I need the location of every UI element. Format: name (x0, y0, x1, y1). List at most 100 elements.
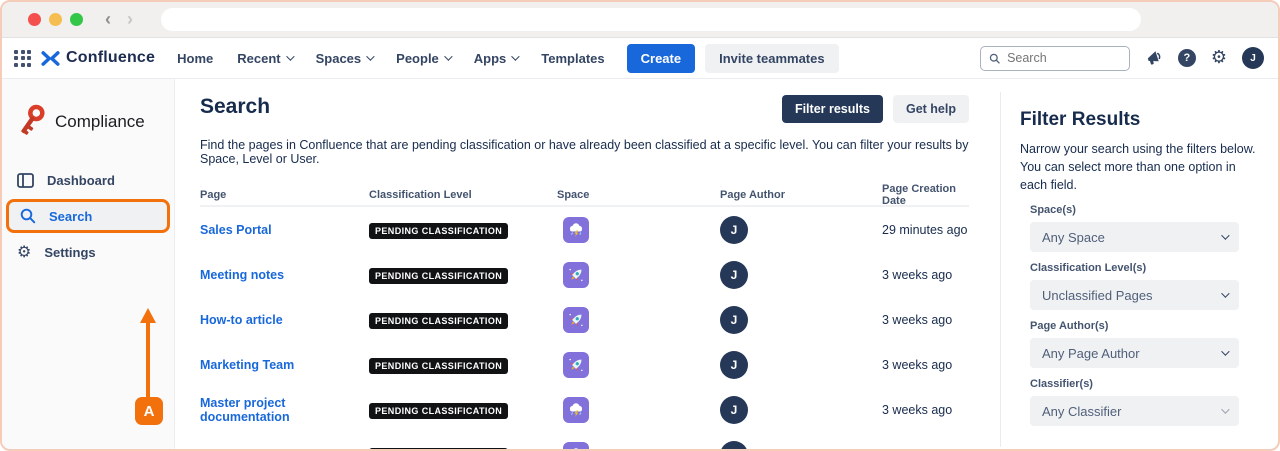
nav-item-apps[interactable]: Apps (474, 51, 518, 66)
chevron-down-icon (1221, 348, 1229, 356)
app-switcher-icon[interactable] (14, 50, 31, 67)
help-icon[interactable]: ? (1178, 49, 1196, 67)
create-button[interactable]: Create (627, 44, 695, 73)
page-author-select[interactable]: Any Page Author (1030, 338, 1239, 368)
confluence-logo[interactable]: Confluence (41, 49, 155, 67)
browser-back-icon[interactable]: ‹ (105, 9, 111, 30)
dashboard-icon (17, 173, 34, 188)
rocket-icon (567, 311, 585, 329)
chevron-down-icon (444, 52, 452, 60)
compliance-app-logo: Compliance (2, 79, 174, 163)
classification-badge: PENDING CLASSIFICATION (369, 403, 508, 419)
table-row: How-to article PENDING CLASSIFICATION J … (200, 297, 969, 342)
primary-nav: Home Recent Spaces People Apps Templates (177, 51, 605, 66)
chevron-down-icon (1221, 232, 1229, 240)
annotation-badge-a: A (135, 397, 163, 425)
space-avatar[interactable] (563, 352, 589, 378)
space-avatar[interactable] (563, 442, 589, 451)
nav-item-recent[interactable]: Recent (237, 51, 291, 66)
page-link[interactable]: How-to article (200, 313, 369, 327)
global-search-box[interactable] (980, 46, 1130, 71)
sidebar-item-dashboard[interactable]: Dashboard (2, 163, 174, 197)
top-navigation-bar: Confluence Home Recent Spaces People App… (2, 38, 1278, 79)
nav-item-templates[interactable]: Templates (541, 51, 604, 66)
filter-panel-description: Narrow your search using the filters bel… (1020, 140, 1266, 194)
page-link[interactable]: Marketing Team (200, 358, 369, 372)
sidebar-item-settings[interactable]: ⚙ Settings (2, 235, 174, 269)
search-icon (20, 208, 36, 224)
app-name: Compliance (55, 112, 145, 132)
invite-teammates-button[interactable]: Invite teammates (705, 44, 839, 73)
filter-panel-title: Filter Results (1020, 109, 1266, 131)
space-avatar[interactable] (563, 397, 589, 423)
nav-item-home[interactable]: Home (177, 51, 213, 66)
page-creation-date: 3 weeks ago (882, 358, 969, 372)
page-creation-date: 3 weeks ago (882, 403, 969, 417)
page-title: Search (200, 95, 270, 119)
announcements-icon[interactable] (1145, 49, 1163, 67)
field-label-classification-levels: Classification Level(s) (1030, 262, 1266, 274)
page-creation-date: 29 minutes ago (882, 223, 969, 237)
minimize-window-button[interactable] (49, 13, 62, 26)
column-header-space: Space (557, 189, 720, 201)
chevron-down-icon (1221, 406, 1229, 414)
author-avatar[interactable]: J (720, 216, 748, 244)
nav-item-people[interactable]: People (396, 51, 450, 66)
author-avatar[interactable]: J (720, 396, 748, 424)
main-content: Search Filter results Get help Find the … (200, 79, 969, 451)
gear-icon: ⚙ (17, 244, 31, 260)
user-avatar[interactable]: J (1242, 47, 1264, 69)
zoom-window-button[interactable] (70, 13, 83, 26)
chevron-down-icon (511, 52, 519, 60)
classification-level-select[interactable]: Unclassified Pages (1030, 280, 1239, 310)
classification-badge: PENDING CLASSIFICATION (369, 448, 508, 451)
filter-results-button[interactable]: Filter results (782, 95, 883, 123)
sidebar-item-search[interactable]: Search (6, 199, 170, 233)
column-header-page-creation-date: Page Creation Date (882, 183, 969, 207)
search-icon (989, 52, 1000, 65)
rocket-icon (567, 266, 585, 284)
page-link[interactable]: Meeting notes (200, 268, 369, 282)
global-search-input[interactable] (1007, 51, 1121, 65)
page-link[interactable]: Meeting notes (200, 448, 369, 451)
author-avatar[interactable]: J (720, 351, 748, 379)
table-row: Meeting notes PENDING CLASSIFICATION J 3… (200, 252, 969, 297)
author-avatar[interactable]: J (720, 306, 748, 334)
key-icon (12, 101, 48, 143)
table-row: Sales Portal PENDING CLASSIFICATION J 29… (200, 207, 969, 252)
spaces-select[interactable]: Any Space (1030, 222, 1239, 252)
field-label-page-authors: Page Author(s) (1030, 320, 1266, 332)
table-row: Meeting notes PENDING CLASSIFICATION J 3… (200, 432, 969, 451)
close-window-button[interactable] (28, 13, 41, 26)
page-creation-date: 3 weeks ago (882, 448, 969, 451)
storm-cloud-icon (567, 221, 585, 239)
browser-address-bar[interactable] (161, 8, 1141, 31)
sidebar-item-label: Settings (44, 245, 95, 260)
nav-item-spaces[interactable]: Spaces (316, 51, 373, 66)
field-label-spaces: Space(s) (1030, 204, 1266, 216)
classification-badge: PENDING CLASSIFICATION (369, 313, 508, 329)
author-avatar[interactable]: J (720, 261, 748, 289)
table-header-row: Page Classification Level Space Page Aut… (200, 183, 969, 207)
space-avatar[interactable] (563, 217, 589, 243)
classification-badge: PENDING CLASSIFICATION (369, 268, 508, 284)
classification-badge: PENDING CLASSIFICATION (369, 223, 508, 239)
sidebar-item-label: Dashboard (47, 173, 115, 188)
panel-divider (1000, 92, 1001, 447)
settings-gear-icon[interactable]: ⚙ (1211, 49, 1227, 67)
author-avatar[interactable]: J (720, 441, 748, 451)
window-controls (28, 13, 83, 26)
space-avatar[interactable] (563, 307, 589, 333)
page-link[interactable]: Sales Portal (200, 223, 369, 237)
browser-forward-icon[interactable]: › (127, 9, 133, 30)
page-link[interactable]: Master project documentation (200, 396, 369, 424)
app-window: ‹ › Confluence Home Recent Spaces People… (0, 0, 1280, 451)
space-avatar[interactable] (563, 262, 589, 288)
confluence-mark-icon (41, 50, 60, 67)
classifier-select[interactable]: Any Classifier (1030, 396, 1239, 426)
chevron-down-icon (286, 52, 294, 60)
storm-cloud-icon (567, 446, 585, 451)
get-help-button[interactable]: Get help (893, 95, 969, 123)
column-header-page-author: Page Author (720, 189, 882, 201)
page-creation-date: 3 weeks ago (882, 313, 969, 327)
